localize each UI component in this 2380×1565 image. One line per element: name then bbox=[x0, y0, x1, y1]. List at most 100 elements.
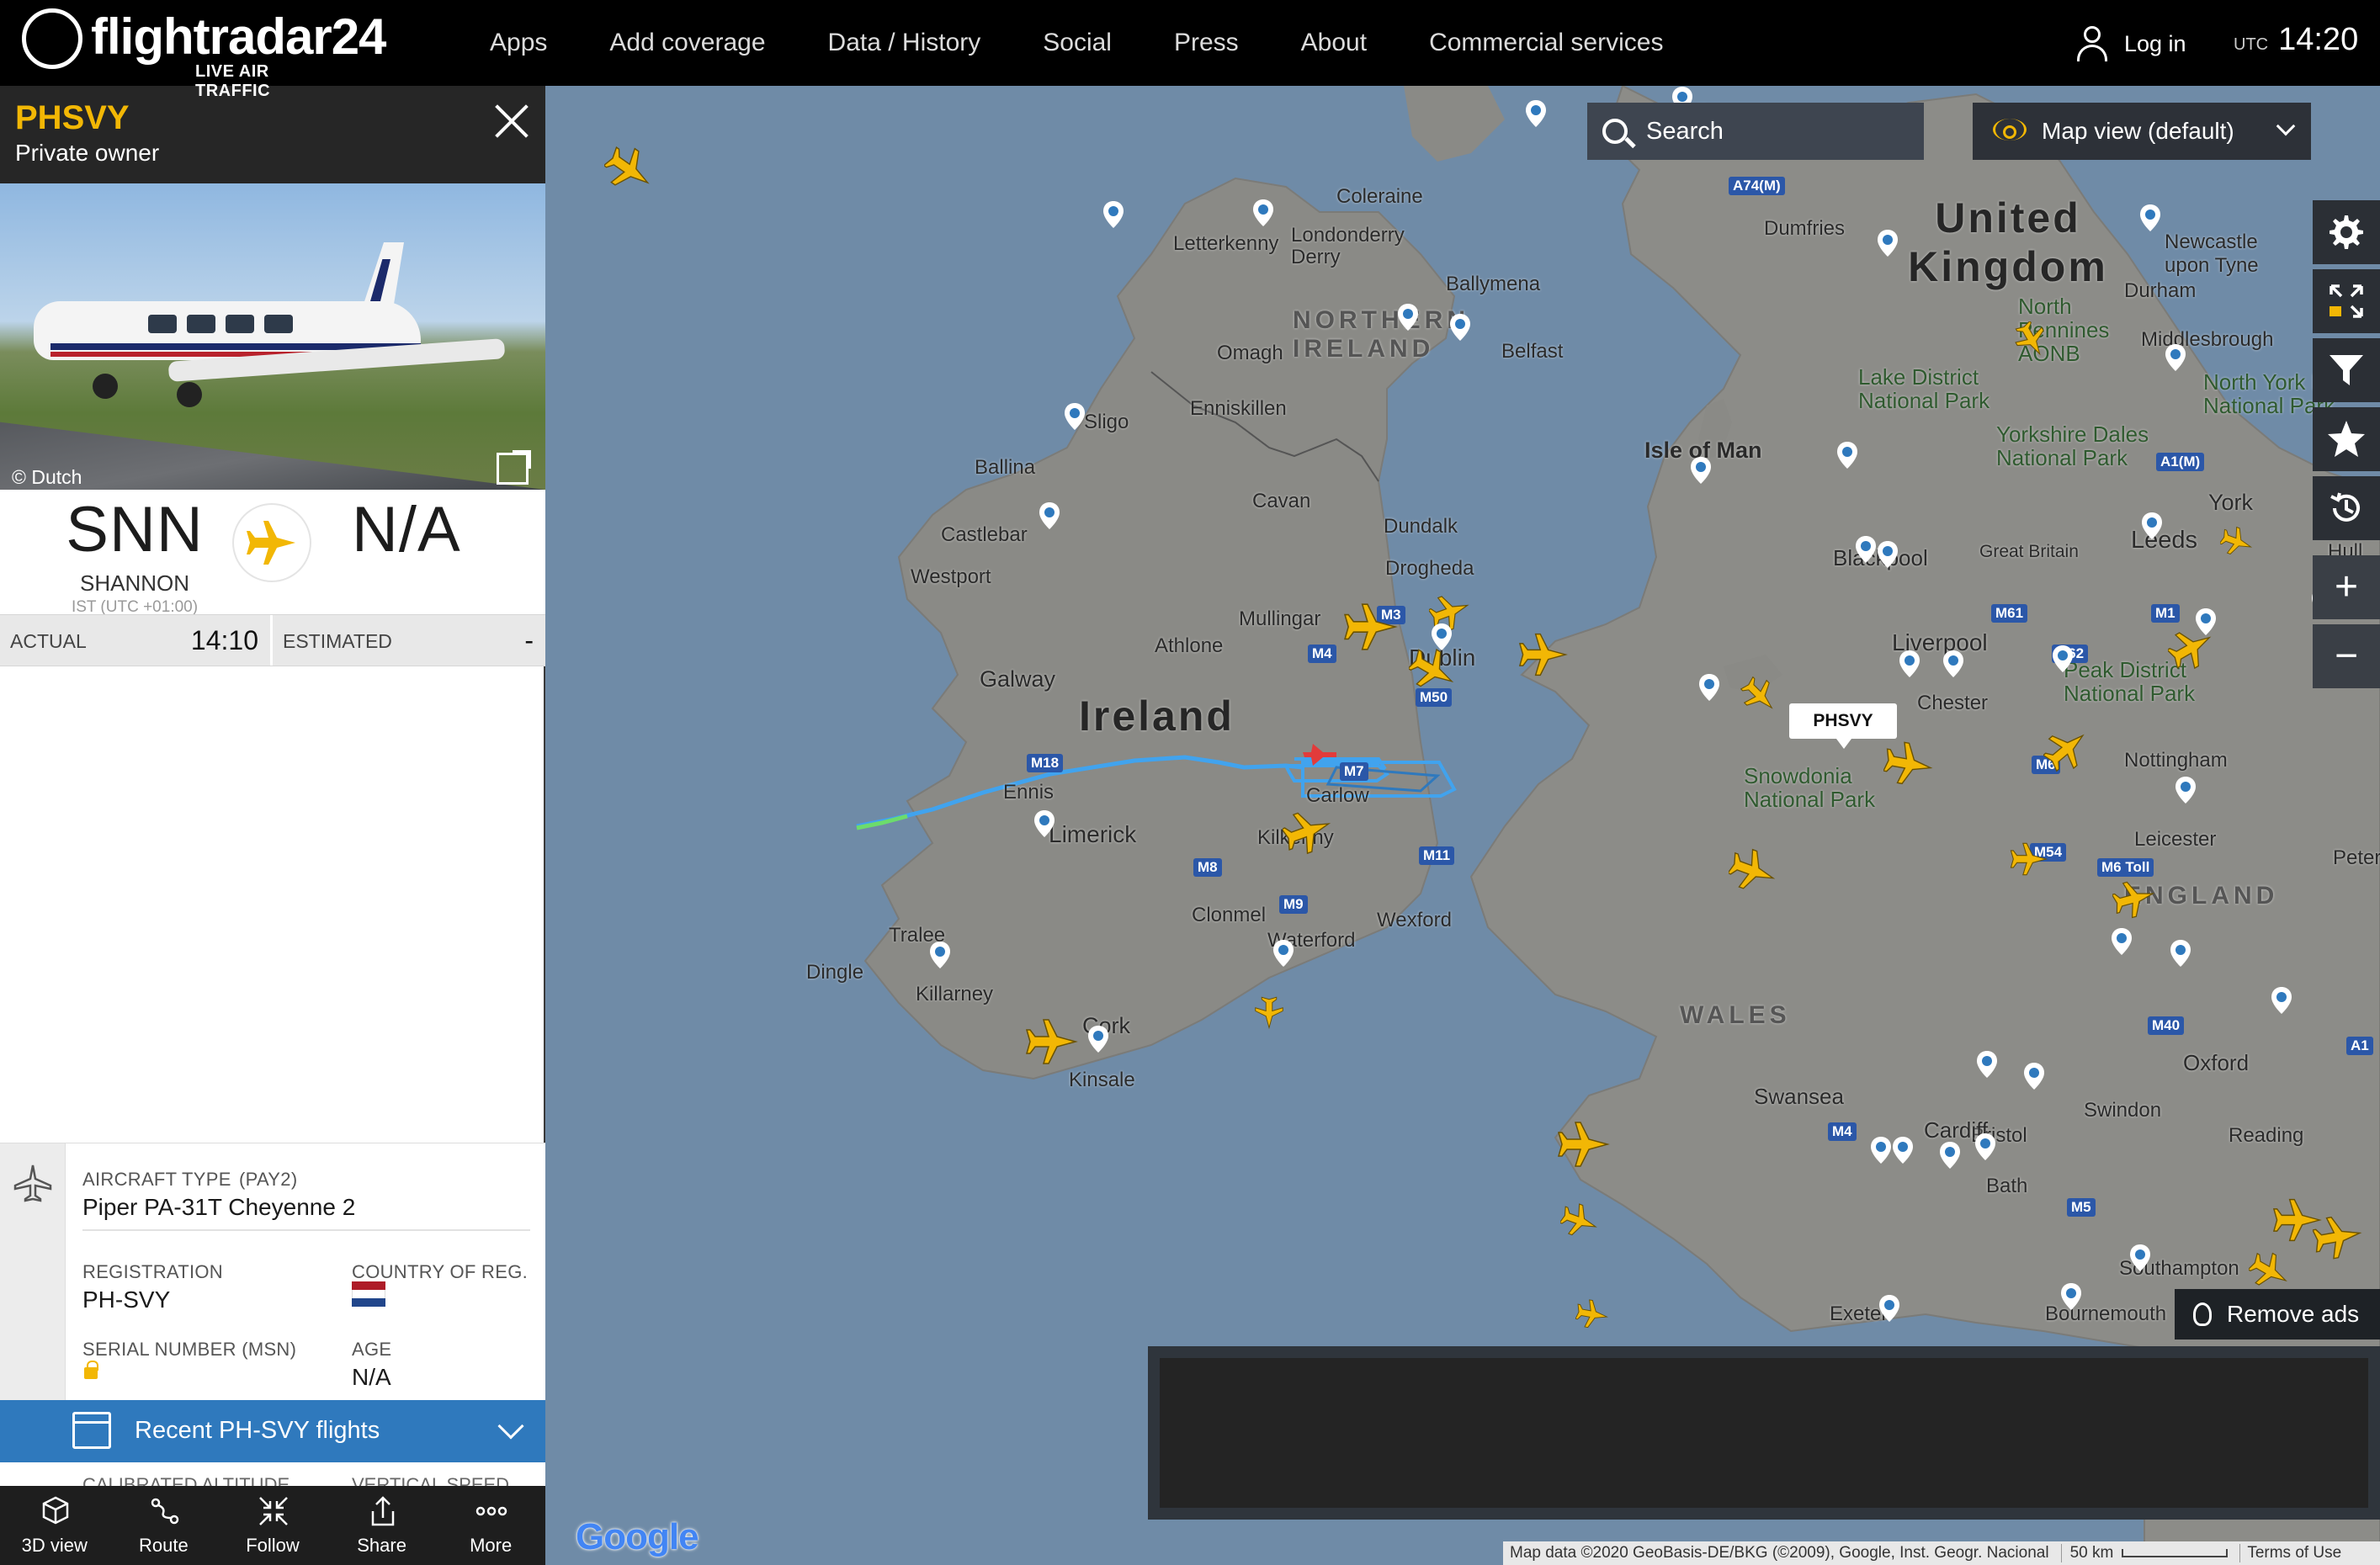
aircraft-marker[interactable] bbox=[1883, 739, 1934, 789]
nav-about[interactable]: About bbox=[1301, 29, 1367, 57]
airport-pin-icon[interactable] bbox=[1397, 303, 1419, 332]
flight-toolbar: 3D view Route Follow Share More bbox=[0, 1486, 545, 1565]
3d-view-button[interactable]: 3D view bbox=[0, 1486, 109, 1565]
nav-apps[interactable]: Apps bbox=[490, 29, 547, 57]
airport-pin-icon[interactable] bbox=[1431, 623, 1453, 651]
airport-pin-icon[interactable] bbox=[1877, 229, 1899, 257]
route-button[interactable]: Route bbox=[109, 1486, 219, 1565]
close-icon[interactable] bbox=[491, 99, 532, 140]
airport-pin-icon[interactable] bbox=[2175, 776, 2197, 804]
lock-icon[interactable] bbox=[84, 1361, 98, 1379]
filter-button[interactable] bbox=[2313, 338, 2380, 402]
aircraft-marker[interactable] bbox=[1283, 806, 1333, 857]
aircraft-marker[interactable] bbox=[604, 145, 655, 195]
estimated-time: - bbox=[524, 625, 534, 655]
aircraft-marker[interactable] bbox=[1557, 1117, 1611, 1171]
ad-placeholder bbox=[1148, 1346, 2380, 1520]
nav-data-history[interactable]: Data / History bbox=[828, 29, 981, 57]
airport-pin-icon[interactable] bbox=[2139, 204, 2161, 232]
aircraft-marker[interactable] bbox=[2013, 321, 2050, 358]
zoom-out-button[interactable]: − bbox=[2313, 624, 2380, 688]
login-button[interactable]: Log in bbox=[2075, 24, 2186, 64]
zoom-in-button[interactable]: + bbox=[2313, 555, 2380, 619]
more-button[interactable]: More bbox=[436, 1486, 545, 1565]
selected-aircraft-label[interactable]: PHSVY bbox=[1789, 703, 1897, 749]
aircraft-marker[interactable] bbox=[1575, 1297, 1609, 1331]
airport-pin-icon[interactable] bbox=[1899, 650, 1920, 678]
airport-pin-icon[interactable] bbox=[2111, 927, 2133, 956]
settings-button[interactable] bbox=[2313, 200, 2380, 264]
recent-flights-label: Recent PH-SVY flights bbox=[135, 1417, 380, 1444]
airport-pin-icon[interactable] bbox=[1039, 501, 1060, 530]
airport-pin-icon[interactable] bbox=[2060, 1282, 2082, 1311]
terms-link[interactable]: Terms of Use bbox=[2239, 1544, 2341, 1562]
aircraft-marker[interactable] bbox=[2043, 725, 2090, 772]
aircraft-marker[interactable] bbox=[1252, 996, 1286, 1030]
airport-pin-icon[interactable] bbox=[1870, 1136, 1892, 1164]
aircraft-marker[interactable] bbox=[1560, 1202, 1599, 1240]
aircraft-photo[interactable]: © Dutch bbox=[0, 183, 545, 490]
aircraft-marker[interactable] bbox=[2010, 840, 2048, 878]
aircraft-marker[interactable] bbox=[1025, 1015, 1079, 1069]
recent-flights-toggle[interactable]: Recent PH-SVY flights bbox=[0, 1400, 545, 1462]
aircraft-marker[interactable] bbox=[1729, 846, 1777, 895]
remove-ads-button[interactable]: Remove ads bbox=[2175, 1289, 2380, 1340]
airport-pin-icon[interactable] bbox=[1939, 1141, 1961, 1170]
airport-pin-icon[interactable] bbox=[1698, 673, 1720, 702]
airport-pin-icon[interactable] bbox=[1836, 441, 1858, 470]
aircraft-marker[interactable] bbox=[2112, 877, 2156, 920]
share-button[interactable]: Share bbox=[327, 1486, 437, 1565]
airport-pin-icon[interactable] bbox=[2165, 343, 2186, 372]
fullscreen-button[interactable] bbox=[2313, 269, 2380, 333]
aircraft-marker[interactable] bbox=[1409, 646, 1458, 695]
gear-icon bbox=[2330, 215, 2363, 249]
nav-social[interactable]: Social bbox=[1043, 29, 1112, 57]
playback-button[interactable] bbox=[2313, 476, 2380, 540]
airport-pin-icon[interactable] bbox=[1033, 809, 1055, 838]
search-bar[interactable]: Search bbox=[1587, 103, 1924, 160]
airport-pin-icon[interactable] bbox=[2195, 607, 2217, 636]
airport-pin-icon[interactable] bbox=[2052, 645, 2074, 673]
airport-pin-icon[interactable] bbox=[2129, 1244, 2151, 1272]
aircraft-marker[interactable] bbox=[1740, 676, 1779, 715]
airport-pin-icon[interactable] bbox=[929, 941, 951, 969]
airport-pin-icon[interactable] bbox=[1064, 402, 1086, 431]
airport-pin-icon[interactable] bbox=[1892, 1136, 1914, 1164]
airport-pin-icon[interactable] bbox=[2023, 1062, 2045, 1090]
destination-airport[interactable]: N/A bbox=[278, 490, 539, 570]
airport-pin-icon[interactable] bbox=[1087, 1025, 1109, 1053]
nav-commercial-services[interactable]: Commercial services bbox=[1429, 29, 1663, 57]
airport-pin-icon[interactable] bbox=[1855, 535, 1877, 564]
airport-pin-icon[interactable] bbox=[1102, 200, 1124, 229]
aircraft-type: Piper PA-31T Cheyenne 2 bbox=[82, 1194, 356, 1220]
airport-pin-icon[interactable] bbox=[1252, 199, 1274, 227]
destination-code: N/A bbox=[352, 494, 461, 565]
airport-pin-icon[interactable] bbox=[2141, 512, 2163, 540]
airport-pin-icon[interactable] bbox=[2170, 939, 2191, 968]
external-link-icon[interactable] bbox=[497, 450, 531, 485]
airport-pin-icon[interactable] bbox=[1525, 99, 1547, 128]
airport-pin-icon[interactable] bbox=[1877, 540, 1899, 569]
airport-pin-icon[interactable] bbox=[1942, 650, 1964, 678]
logo[interactable]: flightradar24 LIVE AIR TRAFFIC bbox=[22, 7, 386, 100]
airport-pin-icon[interactable] bbox=[2271, 986, 2292, 1015]
aircraft-marker[interactable] bbox=[1343, 599, 1399, 655]
aircraft-marker[interactable] bbox=[2220, 525, 2254, 559]
airport-pin-icon[interactable] bbox=[1449, 313, 1471, 342]
follow-button[interactable]: Follow bbox=[218, 1486, 327, 1565]
airport-pin-icon[interactable] bbox=[1272, 939, 1294, 968]
airport-pin-icon[interactable] bbox=[1690, 456, 1712, 485]
aircraft-marker[interactable] bbox=[2249, 1250, 2291, 1292]
origin-airport[interactable]: SNN SHANNON IST (UTC +01:00) bbox=[8, 490, 261, 617]
airport-pin-icon[interactable] bbox=[1976, 1050, 1998, 1079]
nav-press[interactable]: Press bbox=[1174, 29, 1239, 57]
flight-map[interactable]: Ireland United Kingdom NORTHERN IRELAND … bbox=[545, 86, 2380, 1565]
map-view-dropdown[interactable]: Map view (default) bbox=[1973, 103, 2311, 160]
nav-add-coverage[interactable]: Add coverage bbox=[609, 29, 765, 57]
search-label: Search bbox=[1646, 117, 1724, 145]
aircraft-marker[interactable] bbox=[1518, 629, 1569, 680]
airport-pin-icon[interactable] bbox=[1974, 1133, 1996, 1161]
aircraft-marker[interactable] bbox=[2313, 1212, 2363, 1262]
airport-pin-icon[interactable] bbox=[1878, 1294, 1900, 1323]
favorites-button[interactable] bbox=[2313, 407, 2380, 471]
